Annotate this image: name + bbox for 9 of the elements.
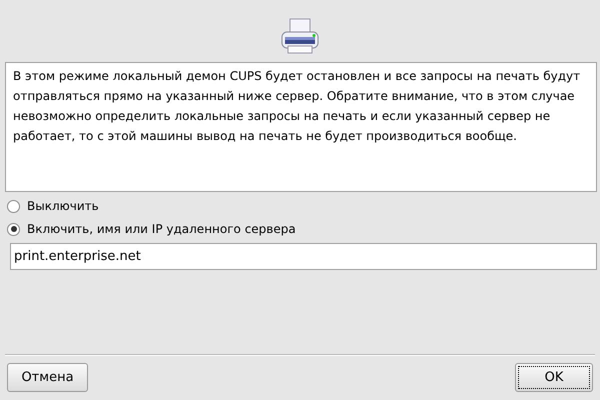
description-text: В этом режиме локальный демон CUPS будет остановлен и все запросы на печать будут отправляться прямо на указанный ниже сервер. Обратите внимание, что в этом случае невозможно определить локальные запросы на печать и если указанный сервер не работает, то с этой машины вывод на печать не будет производиться вообще. <box>13 68 582 145</box>
radio-option[interactable]: Выключить <box>7 198 593 214</box>
server-field[interactable]: print.enterprise.net <box>10 243 597 270</box>
radio-option[interactable]: Включить, имя или IP удаленного сервера <box>7 221 593 237</box>
printer-icon <box>280 16 320 56</box>
radio-button[interactable] <box>7 200 20 212</box>
radio-button[interactable] <box>7 222 20 236</box>
ok-button[interactable]: OK <box>515 363 593 392</box>
cancel-button[interactable]: Отмена <box>7 363 88 392</box>
